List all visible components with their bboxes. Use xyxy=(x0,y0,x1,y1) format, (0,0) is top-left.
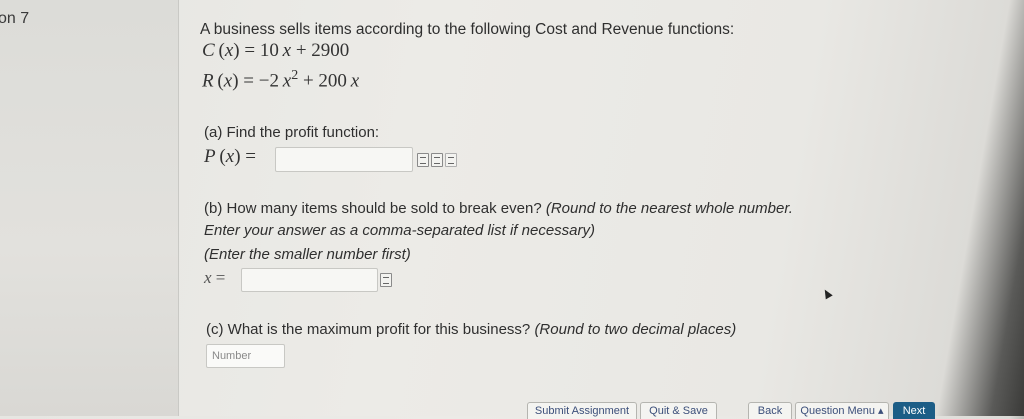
problem-intro: A business sells items according to the … xyxy=(200,21,735,38)
part-b-prompt-line: (b) How many items should be sold to bre… xyxy=(204,200,793,217)
cost-fn-var2: x xyxy=(282,40,292,61)
quit-save-button[interactable]: Quit & Save xyxy=(640,402,717,419)
rev-fn-exp: 2 xyxy=(291,68,299,83)
rev-fn-var: x xyxy=(223,70,233,92)
break-even-input[interactable] xyxy=(241,268,378,292)
part-b-hint1: (Round to the nearest whole number. xyxy=(545,200,793,217)
part-b-lhs: x = xyxy=(204,268,226,287)
rev-fn-var3: x xyxy=(350,70,360,92)
part-b-prompt: (b) How many items should be sold to bre… xyxy=(204,200,542,217)
part-b-hint2: Enter your answer as a comma-separated l… xyxy=(204,222,595,239)
max-profit-placeholder: Number xyxy=(212,350,252,362)
cost-function: C (x) = 10 x + 2900 xyxy=(202,40,350,61)
next-button[interactable]: Next xyxy=(893,402,935,419)
back-button[interactable]: Back xyxy=(748,402,792,419)
revenue-function: R (x) = −2 x2 + 200 x xyxy=(202,68,360,92)
part-a-prompt: (a) Find the profit function: xyxy=(204,124,380,141)
cost-fn-var: x xyxy=(224,40,234,61)
rev-fn-b: + 200 xyxy=(302,70,347,92)
profit-fn-name: P xyxy=(204,146,216,167)
rev-fn-var2: x xyxy=(282,70,292,92)
part-a-lhs: P (x) = xyxy=(204,146,256,167)
part-b-hint3: (Enter the smaller number first) xyxy=(204,246,411,263)
cost-fn-const: + 2900 xyxy=(295,40,350,61)
equation-editor-icon[interactable] xyxy=(417,153,429,167)
profit-function-input[interactable] xyxy=(275,147,413,172)
profit-fn-var: x xyxy=(225,146,235,167)
part-c-prompt: (c) What is the maximum profit for this … xyxy=(206,321,531,338)
rev-fn-a: −2 xyxy=(258,70,279,92)
question-menu-button[interactable]: Question Menu ▴ xyxy=(795,402,889,419)
preview-tool-icon[interactable] xyxy=(445,153,457,167)
equation-editor-icon-b[interactable] xyxy=(380,273,392,287)
rev-fn-name: R xyxy=(202,70,214,92)
break-even-var: x xyxy=(204,268,212,287)
left-panel: on 7 xyxy=(0,0,179,416)
part-c-hint: (Round to two decimal places) xyxy=(534,321,737,338)
question-label: on 7 xyxy=(0,10,30,27)
submit-assignment-button[interactable]: Submit Assignment xyxy=(527,402,637,419)
fraction-tool-icon[interactable] xyxy=(431,153,443,167)
question-content: A business sells items according to the … xyxy=(178,0,948,416)
cost-fn-name: C xyxy=(202,40,215,61)
max-profit-input[interactable]: Number xyxy=(206,344,285,368)
cost-fn-coef: 10 xyxy=(259,40,279,61)
part-c-prompt-line: (c) What is the maximum profit for this … xyxy=(206,321,736,338)
